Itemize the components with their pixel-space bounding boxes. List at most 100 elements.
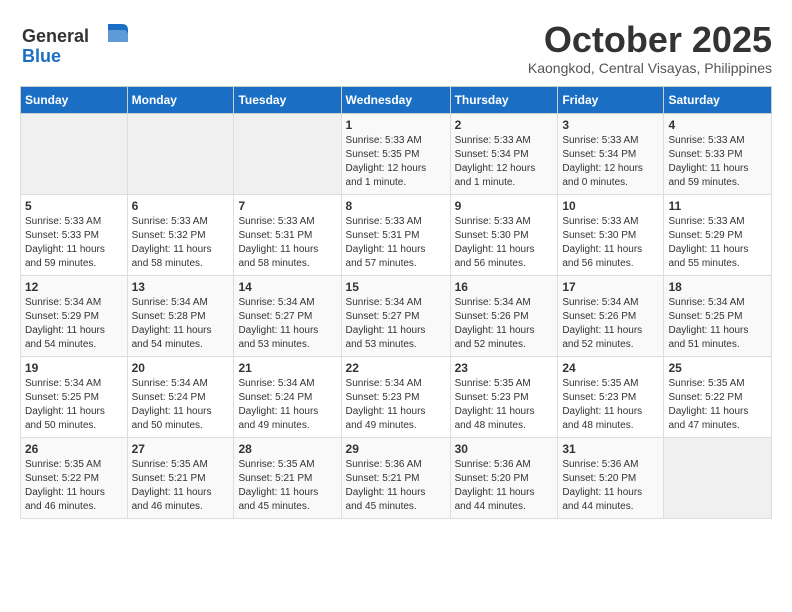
day-number: 6	[132, 199, 230, 213]
calendar-cell: 18 Sunrise: 5:34 AM Sunset: 5:25 PM Dayli…	[664, 275, 772, 356]
day-number: 23	[455, 361, 554, 375]
weekday-header: Sunday	[21, 86, 128, 113]
calendar-cell: 8 Sunrise: 5:33 AM Sunset: 5:31 PM Daylig…	[341, 194, 450, 275]
calendar-cell: 12 Sunrise: 5:34 AM Sunset: 5:29 PM Dayli…	[21, 275, 128, 356]
calendar-cell: 19Sunrise: 5:34 AM Sunset: 5:25 PM Dayli…	[21, 356, 128, 437]
calendar-cell: 6 Sunrise: 5:33 AM Sunset: 5:32 PM Daylig…	[127, 194, 234, 275]
calendar-cell: 11 Sunrise: 5:33 AM Sunset: 5:29 PM Dayli…	[664, 194, 772, 275]
calendar-cell: 30 Sunrise: 5:36 AM Sunset: 5:20 PM Dayli…	[450, 437, 558, 518]
day-info: Sunrise: 5:36 AM Sunset: 5:20 PM Dayligh…	[455, 458, 554, 514]
day-number: 24	[562, 361, 659, 375]
calendar-cell: 25Sunrise: 5:35 AM Sunset: 5:22 PM Dayli…	[664, 356, 772, 437]
day-number: 4	[668, 118, 767, 132]
day-info: Sunrise: 5:34 AM Sunset: 5:25 PM Dayligh…	[668, 296, 767, 352]
day-info: Sunrise: 5:33 AM Sunset: 5:34 PM Dayligh…	[455, 134, 554, 190]
day-info: Sunrise: 5:35 AM Sunset: 5:23 PM Dayligh…	[562, 377, 659, 433]
weekday-header: Monday	[127, 86, 234, 113]
day-number: 18	[668, 280, 767, 294]
calendar-cell: 17 Sunrise: 5:34 AM Sunset: 5:26 PM Dayli…	[558, 275, 664, 356]
day-number: 27	[132, 442, 230, 456]
calendar-cell: 31 Sunrise: 5:36 AM Sunset: 5:20 PM Dayli…	[558, 437, 664, 518]
calendar-cell	[127, 113, 234, 194]
calendar-week-row: 19Sunrise: 5:34 AM Sunset: 5:25 PM Dayli…	[21, 356, 772, 437]
title-section: October 2025 Kaongkod, Central Visayas, …	[528, 20, 772, 76]
day-number: 31	[562, 442, 659, 456]
day-number: 11	[668, 199, 767, 213]
day-info: Sunrise: 5:34 AM Sunset: 5:29 PM Dayligh…	[25, 296, 123, 352]
day-number: 8	[346, 199, 446, 213]
day-number: 9	[455, 199, 554, 213]
weekday-header: Tuesday	[234, 86, 341, 113]
calendar-cell	[21, 113, 128, 194]
day-info: Sunrise: 5:35 AM Sunset: 5:21 PM Dayligh…	[238, 458, 336, 514]
day-number: 22	[346, 361, 446, 375]
calendar-cell: 10 Sunrise: 5:33 AM Sunset: 5:30 PM Dayli…	[558, 194, 664, 275]
calendar-header-row: SundayMondayTuesdayWednesdayThursdayFrid…	[21, 86, 772, 113]
calendar-cell: 21 Sunrise: 5:34 AM Sunset: 5:24 PM Dayli…	[234, 356, 341, 437]
svg-text:General: General	[22, 26, 89, 46]
weekday-header: Friday	[558, 86, 664, 113]
calendar-cell: 13Sunrise: 5:34 AM Sunset: 5:28 PM Dayli…	[127, 275, 234, 356]
calendar-cell: 24 Sunrise: 5:35 AM Sunset: 5:23 PM Dayli…	[558, 356, 664, 437]
calendar-cell: 2 Sunrise: 5:33 AM Sunset: 5:34 PM Daylig…	[450, 113, 558, 194]
calendar-cell: 4Sunrise: 5:33 AM Sunset: 5:33 PM Daylig…	[664, 113, 772, 194]
month-title: October 2025	[528, 20, 772, 60]
day-number: 14	[238, 280, 336, 294]
calendar-cell: 28 Sunrise: 5:35 AM Sunset: 5:21 PM Dayli…	[234, 437, 341, 518]
day-info: Sunrise: 5:34 AM Sunset: 5:26 PM Dayligh…	[562, 296, 659, 352]
day-info: Sunrise: 5:34 AM Sunset: 5:27 PM Dayligh…	[238, 296, 336, 352]
day-number: 16	[455, 280, 554, 294]
calendar-table: SundayMondayTuesdayWednesdayThursdayFrid…	[20, 86, 772, 519]
page-header: General Blue October 2025 Kaongkod, Cent…	[20, 20, 772, 76]
day-number: 5	[25, 199, 123, 213]
day-info: Sunrise: 5:33 AM Sunset: 5:35 PM Dayligh…	[346, 134, 446, 190]
day-info: Sunrise: 5:33 AM Sunset: 5:29 PM Dayligh…	[668, 215, 767, 271]
day-number: 17	[562, 280, 659, 294]
day-number: 29	[346, 442, 446, 456]
calendar-cell: 15Sunrise: 5:34 AM Sunset: 5:27 PM Dayli…	[341, 275, 450, 356]
day-number: 2	[455, 118, 554, 132]
day-info: Sunrise: 5:33 AM Sunset: 5:30 PM Dayligh…	[455, 215, 554, 271]
day-number: 19	[25, 361, 123, 375]
day-info: Sunrise: 5:33 AM Sunset: 5:33 PM Dayligh…	[25, 215, 123, 271]
calendar-cell: 20Sunrise: 5:34 AM Sunset: 5:24 PM Dayli…	[127, 356, 234, 437]
day-number: 26	[25, 442, 123, 456]
day-number: 21	[238, 361, 336, 375]
day-info: Sunrise: 5:34 AM Sunset: 5:24 PM Dayligh…	[238, 377, 336, 433]
day-info: Sunrise: 5:34 AM Sunset: 5:27 PM Dayligh…	[346, 296, 446, 352]
calendar-cell: 9 Sunrise: 5:33 AM Sunset: 5:30 PM Daylig…	[450, 194, 558, 275]
day-info: Sunrise: 5:33 AM Sunset: 5:31 PM Dayligh…	[346, 215, 446, 271]
day-number: 28	[238, 442, 336, 456]
day-number: 30	[455, 442, 554, 456]
calendar-cell	[234, 113, 341, 194]
calendar-cell: 29 Sunrise: 5:36 AM Sunset: 5:21 PM Dayli…	[341, 437, 450, 518]
location: Kaongkod, Central Visayas, Philippines	[528, 60, 772, 76]
day-number: 10	[562, 199, 659, 213]
calendar-cell: 5 Sunrise: 5:33 AM Sunset: 5:33 PM Daylig…	[21, 194, 128, 275]
day-number: 13	[132, 280, 230, 294]
day-info: Sunrise: 5:34 AM Sunset: 5:26 PM Dayligh…	[455, 296, 554, 352]
day-info: Sunrise: 5:35 AM Sunset: 5:22 PM Dayligh…	[668, 377, 767, 433]
logo: General Blue	[20, 20, 130, 70]
calendar-cell: 3Sunrise: 5:33 AM Sunset: 5:34 PM Daylig…	[558, 113, 664, 194]
day-number: 12	[25, 280, 123, 294]
svg-text:Blue: Blue	[22, 46, 61, 66]
calendar-cell: 23Sunrise: 5:35 AM Sunset: 5:23 PM Dayli…	[450, 356, 558, 437]
day-number: 7	[238, 199, 336, 213]
day-info: Sunrise: 5:33 AM Sunset: 5:31 PM Dayligh…	[238, 215, 336, 271]
day-info: Sunrise: 5:34 AM Sunset: 5:24 PM Dayligh…	[132, 377, 230, 433]
day-info: Sunrise: 5:33 AM Sunset: 5:30 PM Dayligh…	[562, 215, 659, 271]
calendar-week-row: 26Sunrise: 5:35 AM Sunset: 5:22 PM Dayli…	[21, 437, 772, 518]
day-info: Sunrise: 5:36 AM Sunset: 5:21 PM Dayligh…	[346, 458, 446, 514]
day-info: Sunrise: 5:33 AM Sunset: 5:32 PM Dayligh…	[132, 215, 230, 271]
calendar-week-row: 1Sunrise: 5:33 AM Sunset: 5:35 PM Daylig…	[21, 113, 772, 194]
calendar-cell: 27 Sunrise: 5:35 AM Sunset: 5:21 PM Dayli…	[127, 437, 234, 518]
day-number: 3	[562, 118, 659, 132]
calendar-cell: 7 Sunrise: 5:33 AM Sunset: 5:31 PM Daylig…	[234, 194, 341, 275]
calendar-week-row: 12 Sunrise: 5:34 AM Sunset: 5:29 PM Dayli…	[21, 275, 772, 356]
calendar-cell	[664, 437, 772, 518]
day-info: Sunrise: 5:36 AM Sunset: 5:20 PM Dayligh…	[562, 458, 659, 514]
logo-svg: General Blue	[20, 20, 130, 70]
day-info: Sunrise: 5:35 AM Sunset: 5:21 PM Dayligh…	[132, 458, 230, 514]
calendar-cell: 14 Sunrise: 5:34 AM Sunset: 5:27 PM Dayli…	[234, 275, 341, 356]
